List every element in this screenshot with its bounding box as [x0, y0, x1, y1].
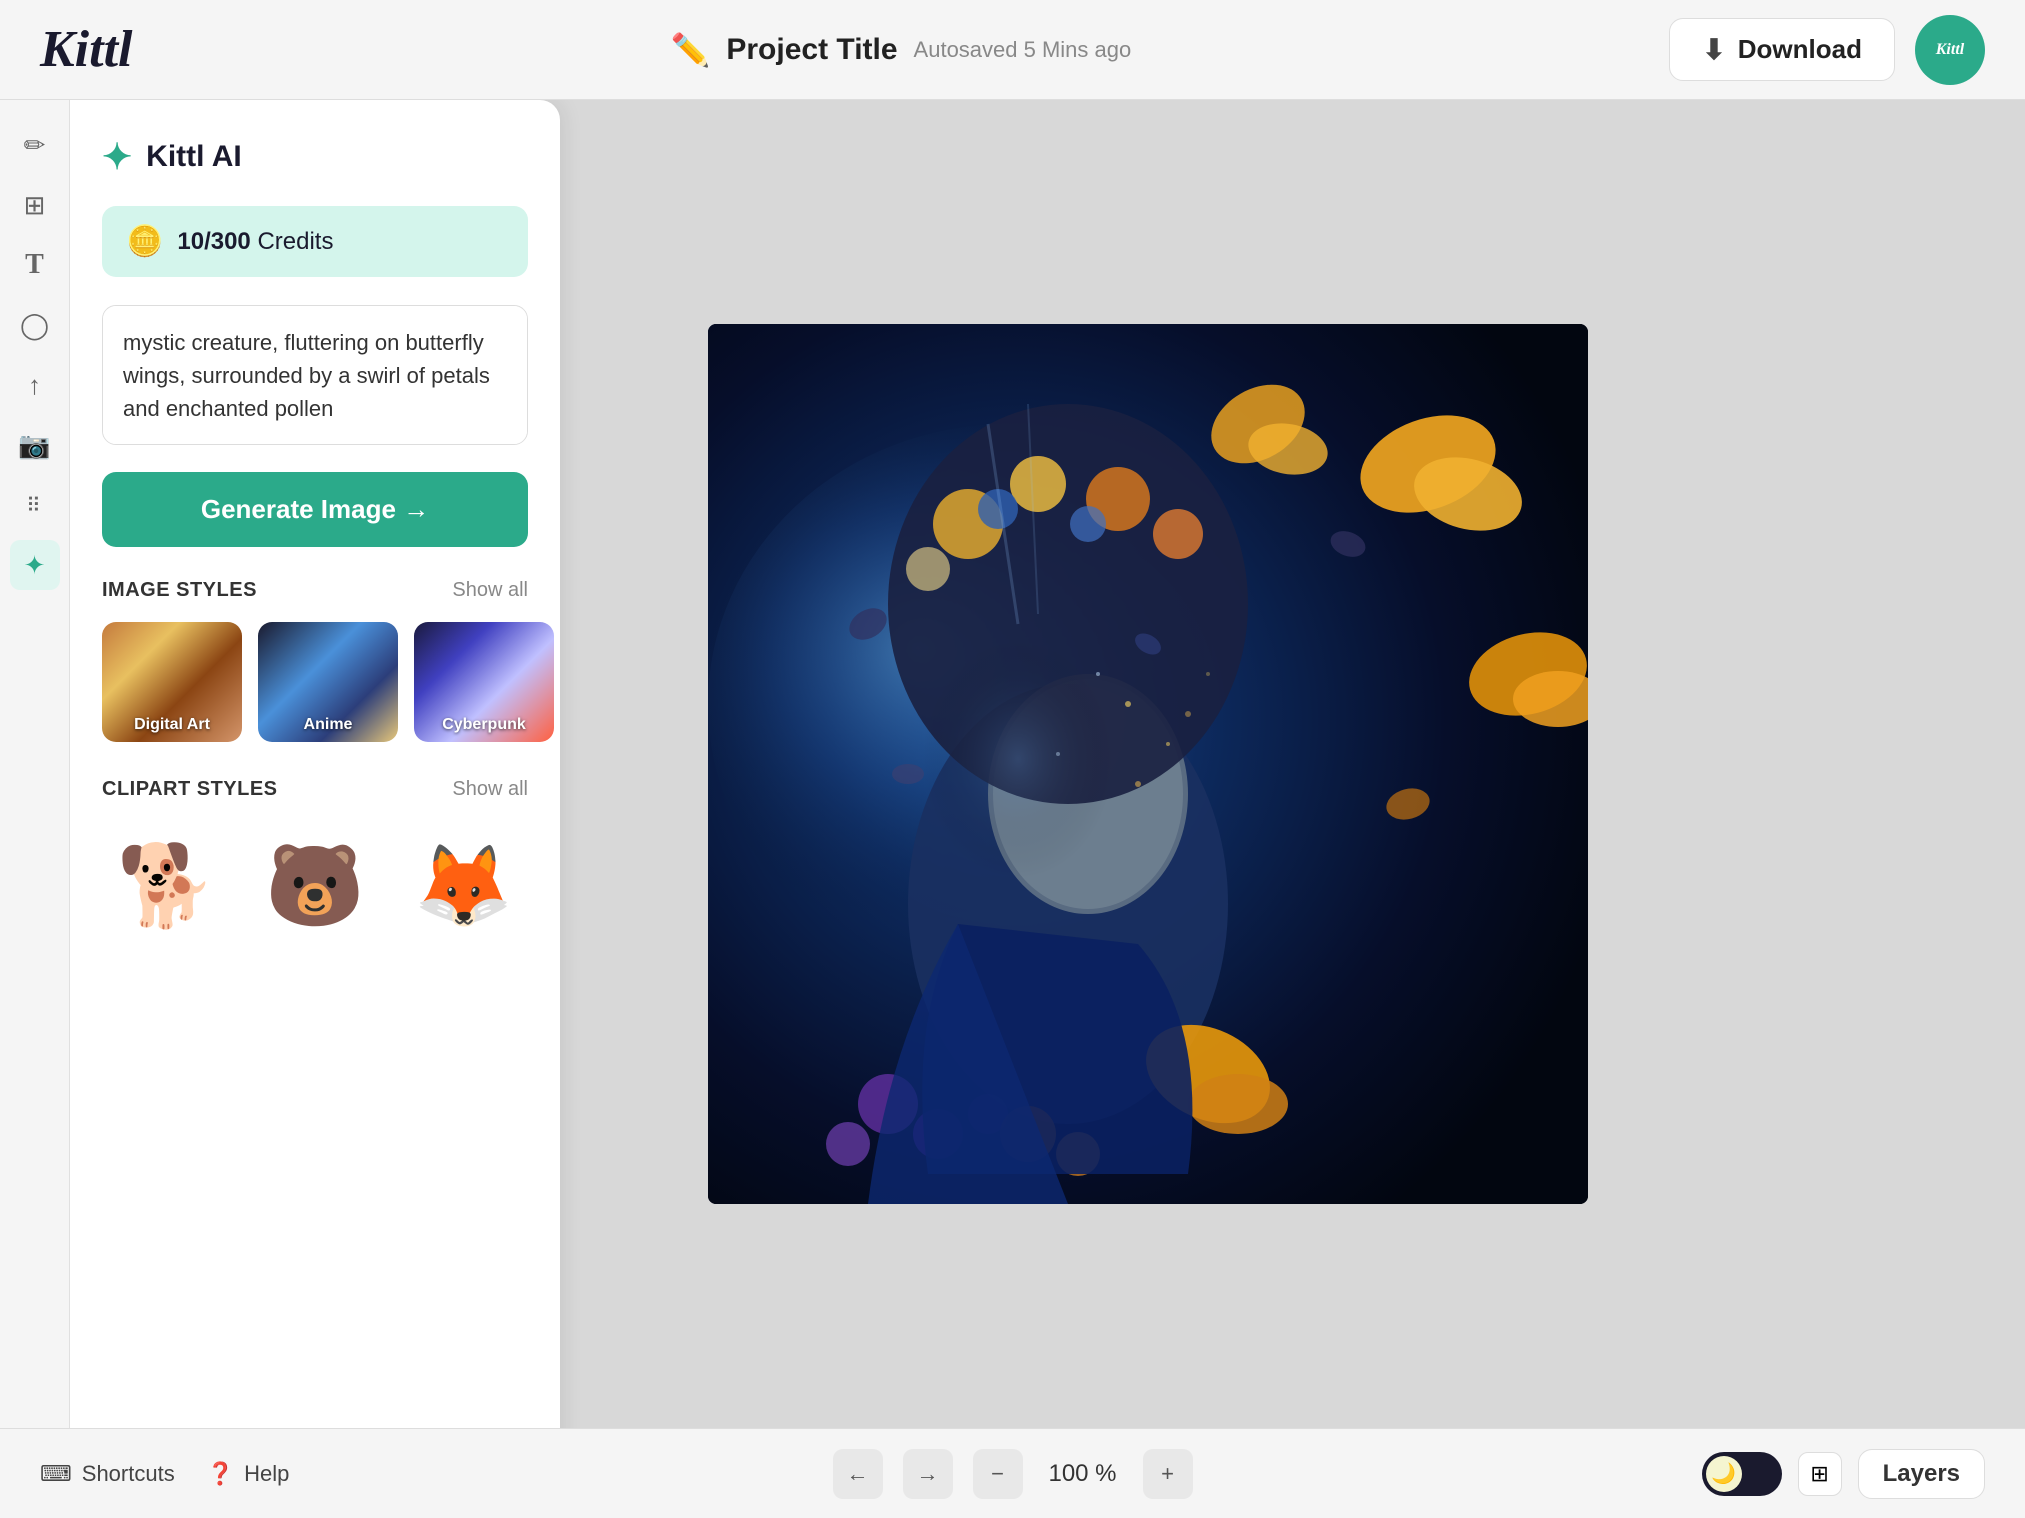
avatar[interactable]: Kittl [1915, 15, 1985, 85]
help-label: Help [244, 1461, 289, 1487]
avatar-text: Kittl [1936, 41, 1964, 59]
ai-spark-icon: ✦ [102, 136, 132, 178]
clipart-corgi[interactable]: 🐕 [102, 821, 231, 951]
shortcuts-button[interactable]: ⌨ Shortcuts [40, 1461, 175, 1487]
image-styles-header: IMAGE STYLES Show all [102, 579, 528, 602]
style-anime-label: Anime [258, 716, 398, 734]
style-digital-art-label: Digital Art [102, 716, 242, 734]
sidebar-item-grid[interactable]: ⠿ [10, 480, 60, 530]
sidebar-item-camera[interactable]: 📷 [10, 420, 60, 470]
theme-toggle[interactable]: 🌙 [1702, 1452, 1782, 1496]
clipart-grid: 🐕 🐻 🦊 [102, 821, 528, 951]
credits-box: 🪙 10/300 Credits [102, 206, 528, 277]
style-card-digital-art[interactable]: Digital Art [102, 622, 242, 742]
theme-toggle-knob: 🌙 [1706, 1456, 1742, 1492]
sidebar: ✏ ⊞ T ◯ ↑ 📷 ⠿ ✦ [0, 100, 70, 1428]
clipart-styles-title: CLIPART STYLES [102, 778, 278, 801]
bottom-left: ⌨ Shortcuts ❓ Help [40, 1461, 289, 1487]
zoom-in-button[interactable]: + [1143, 1449, 1193, 1499]
sidebar-item-shapes[interactable]: ◯ [10, 300, 60, 350]
sidebar-item-text[interactable]: T [10, 240, 60, 290]
project-info: ✏️ Project Title Autosaved 5 Mins ago [671, 31, 1132, 69]
help-icon: ❓ [207, 1461, 234, 1487]
download-label: Download [1738, 34, 1862, 65]
sidebar-item-upload[interactable]: ↑ [10, 360, 60, 410]
layers-button[interactable]: Layers [1858, 1449, 1985, 1499]
shortcuts-icon: ⌨ [40, 1461, 72, 1487]
generate-label: Generate Image → [201, 494, 429, 525]
download-button[interactable]: ⬇ Download [1669, 18, 1895, 81]
style-cyberpunk-label: Cyberpunk [414, 716, 554, 734]
app-logo[interactable]: Kittl [40, 20, 132, 79]
layers-icon-btn[interactable]: ⊞ [1798, 1452, 1842, 1496]
style-card-cyberpunk[interactable]: Cyberpunk [414, 622, 554, 742]
canvas-image [708, 324, 1588, 1204]
clipart-fox[interactable]: 🦊 [399, 821, 528, 951]
clipart-styles-header: CLIPART STYLES Show all [102, 778, 528, 801]
autosave-status: Autosaved 5 Mins ago [914, 37, 1132, 63]
generate-button[interactable]: Generate Image → [102, 472, 528, 547]
credits-icon: 🪙 [126, 224, 163, 259]
zoom-out-button[interactable]: − [973, 1449, 1023, 1499]
image-styles-grid: Digital Art Anime Cyberpunk [102, 622, 528, 742]
layers-label: Layers [1883, 1460, 1960, 1488]
project-title[interactable]: Project Title [726, 33, 897, 67]
image-styles-title: IMAGE STYLES [102, 579, 257, 602]
clipart-bear[interactable]: 🐻 [251, 821, 380, 951]
style-card-anime[interactable]: Anime [258, 622, 398, 742]
help-button[interactable]: ❓ Help [207, 1461, 290, 1487]
ai-panel-title: ✦ Kittl AI [102, 136, 528, 178]
undo-button[interactable]: ← [833, 1449, 883, 1499]
image-styles-show-all[interactable]: Show all [452, 579, 528, 602]
download-icon: ⬇ [1702, 33, 1725, 66]
prompt-input[interactable] [102, 305, 528, 445]
shortcuts-label: Shortcuts [82, 1461, 175, 1487]
sidebar-item-layout[interactable]: ⊞ [10, 180, 60, 230]
sidebar-item-edit[interactable]: ✏ [10, 120, 60, 170]
redo-button[interactable]: → [903, 1449, 953, 1499]
clipart-styles-show-all[interactable]: Show all [452, 778, 528, 801]
canvas-artwork [708, 324, 1588, 1204]
ai-title-text: Kittl AI [146, 140, 242, 174]
credits-text: 10/300 Credits [177, 228, 333, 256]
zoom-level: 100 % [1043, 1460, 1123, 1488]
bottom-right: 🌙 ⊞ Layers [1702, 1449, 1985, 1499]
edit-project-icon[interactable]: ✏️ [671, 31, 711, 69]
sidebar-item-ai[interactable]: ✦ [10, 540, 60, 590]
ai-panel: ✦ Kittl AI 🪙 10/300 Credits Generate Ima… [70, 100, 560, 1518]
bottombar: ⌨ Shortcuts ❓ Help ← → − 100 % + 🌙 ⊞ Lay… [0, 1428, 2025, 1518]
topbar: Kittl ✏️ Project Title Autosaved 5 Mins … [0, 0, 2025, 100]
bottom-center: ← → − 100 % + [833, 1449, 1193, 1499]
topbar-right: ⬇ Download Kittl [1669, 15, 1985, 85]
